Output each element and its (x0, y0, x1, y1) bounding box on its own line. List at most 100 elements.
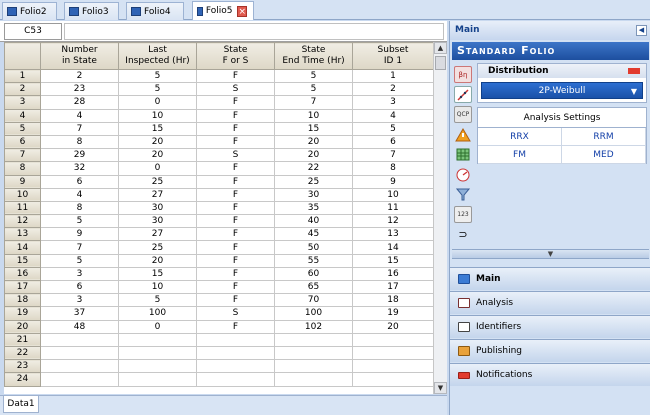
grid-cell[interactable]: 35 (274, 200, 353, 216)
grid-cell[interactable] (118, 359, 197, 374)
grid-cell[interactable]: 40 (274, 214, 353, 229)
grid-cell[interactable]: 4 (40, 187, 119, 202)
nav-analysis[interactable]: Analysis (450, 291, 650, 314)
grid-cell[interactable] (352, 359, 433, 374)
grid-cell[interactable]: F (196, 200, 275, 216)
row-header[interactable]: 2 (4, 82, 41, 97)
scroll-down-button[interactable]: ▼ (434, 382, 447, 394)
grid-cell[interactable]: 5 (352, 121, 433, 136)
row-header[interactable]: 20 (4, 319, 41, 334)
tab-folio5[interactable]: Folio5 × (192, 1, 254, 20)
grid-cell[interactable] (196, 345, 275, 361)
row-header[interactable]: 11 (4, 200, 41, 216)
grid-cell[interactable]: 3 (40, 293, 119, 308)
row-header[interactable]: 8 (4, 161, 41, 176)
grid-cell[interactable]: 15 (274, 121, 353, 136)
collapse-panel-icon[interactable]: ◀ (636, 25, 647, 36)
row-header[interactable]: 1 (4, 68, 41, 84)
grid-cell[interactable]: 10 (118, 279, 197, 295)
grid-cell[interactable] (274, 345, 353, 361)
grid-cell[interactable]: 17 (352, 279, 433, 295)
grid-cell[interactable]: 3 (352, 95, 433, 110)
grid-cell[interactable]: 5 (40, 253, 119, 268)
vertical-scrollbar[interactable]: ▲ ▼ (433, 42, 447, 394)
grid-cell[interactable]: 5 (40, 214, 119, 229)
grid-cell[interactable]: 45 (274, 227, 353, 242)
grid-cell[interactable]: 4 (40, 108, 119, 123)
grid-cell[interactable] (40, 345, 119, 361)
grid-cell[interactable]: 60 (274, 266, 353, 282)
grid-cell[interactable] (196, 372, 275, 387)
probability-plot-icon[interactable] (454, 86, 472, 103)
grid-cell[interactable]: 19 (352, 306, 433, 321)
grid-cell[interactable]: 23 (40, 82, 119, 97)
row-header[interactable]: 15 (4, 253, 41, 268)
grid-cell[interactable]: 20 (118, 148, 197, 163)
data-grid[interactable]: Number in State Last Inspected (Hr) State … (4, 42, 433, 394)
grid-cell[interactable]: F (196, 240, 275, 255)
grid-cell[interactable]: 3 (40, 266, 119, 282)
grid-cell[interactable] (40, 332, 119, 347)
row-header[interactable]: 19 (4, 306, 41, 321)
grid-cell[interactable]: 2 (352, 82, 433, 97)
grid-cell[interactable]: 16 (352, 266, 433, 282)
grid-cell[interactable]: 25 (118, 174, 197, 189)
grid-cell[interactable] (196, 332, 275, 347)
grid-cell[interactable]: 5 (118, 293, 197, 308)
row-header[interactable]: 17 (4, 279, 41, 295)
grid-cell[interactable]: 13 (352, 227, 433, 242)
numbers-icon[interactable]: 123 (454, 206, 472, 223)
grid-cell[interactable]: 20 (274, 134, 353, 150)
grid-cell[interactable]: 15 (118, 121, 197, 136)
grid-cell[interactable]: 29 (40, 148, 119, 163)
grid-cell[interactable] (352, 332, 433, 347)
column-header[interactable]: State F or S (196, 42, 275, 70)
grid-cell[interactable]: 10 (274, 108, 353, 123)
column-header[interactable]: Subset ID 1 (352, 42, 433, 70)
nav-publishing[interactable]: Publishing (450, 339, 650, 362)
row-header[interactable]: 24 (4, 372, 41, 387)
row-header[interactable]: 13 (4, 227, 41, 242)
grid-cell[interactable]: 6 (40, 279, 119, 295)
grid-cell[interactable] (352, 372, 433, 387)
nav-notifications[interactable]: Notifications (450, 363, 650, 386)
grid-cell[interactable]: 20 (352, 319, 433, 334)
grid-cell[interactable]: 27 (118, 187, 197, 202)
grid-cell[interactable]: 0 (118, 319, 197, 334)
grid-cell[interactable]: 8 (40, 200, 119, 216)
gauge-icon[interactable] (454, 166, 472, 183)
row-header[interactable]: 9 (4, 174, 41, 189)
formula-input[interactable] (64, 23, 444, 40)
row-header[interactable]: 5 (4, 121, 41, 136)
grid-cell[interactable]: 15 (118, 266, 197, 282)
funnel-icon[interactable] (454, 186, 472, 203)
analysis-option-med[interactable]: MED (562, 146, 646, 164)
grid-cell[interactable]: 100 (274, 306, 353, 321)
column-header[interactable]: State End Time (Hr) (274, 42, 353, 70)
grid-cell[interactable]: 7 (40, 240, 119, 255)
grid-cell[interactable]: 10 (352, 187, 433, 202)
grid-cell[interactable]: 30 (274, 187, 353, 202)
grid-cell[interactable]: 11 (352, 200, 433, 216)
row-header[interactable]: 10 (4, 187, 41, 202)
row-header[interactable]: 3 (4, 95, 41, 110)
tab-folio3[interactable]: Folio3 (64, 2, 119, 20)
analysis-option-rrm[interactable]: RRM (562, 128, 646, 146)
distribution-select[interactable]: 2P-Weibull ▼ (481, 82, 643, 99)
grid-cell[interactable]: F (196, 68, 275, 84)
grid-cell[interactable]: 20 (118, 253, 197, 268)
grid-cell[interactable]: S (196, 82, 275, 97)
grid-cell[interactable]: 5 (118, 82, 197, 97)
calculator-icon[interactable]: QCP (454, 106, 472, 123)
grid-cell[interactable] (274, 359, 353, 374)
grid-cell[interactable] (196, 359, 275, 374)
grid-cell[interactable]: 0 (118, 161, 197, 176)
grid-cell[interactable]: F (196, 279, 275, 295)
grid-cell[interactable]: 15 (352, 253, 433, 268)
column-header[interactable]: Last Inspected (Hr) (118, 42, 197, 70)
grid-cell[interactable]: 50 (274, 240, 353, 255)
grid-cell[interactable]: 8 (352, 161, 433, 176)
sheet-tab-data1[interactable]: Data1 (3, 396, 39, 413)
grid-cell[interactable] (352, 345, 433, 361)
grid-cell[interactable]: 14 (352, 240, 433, 255)
